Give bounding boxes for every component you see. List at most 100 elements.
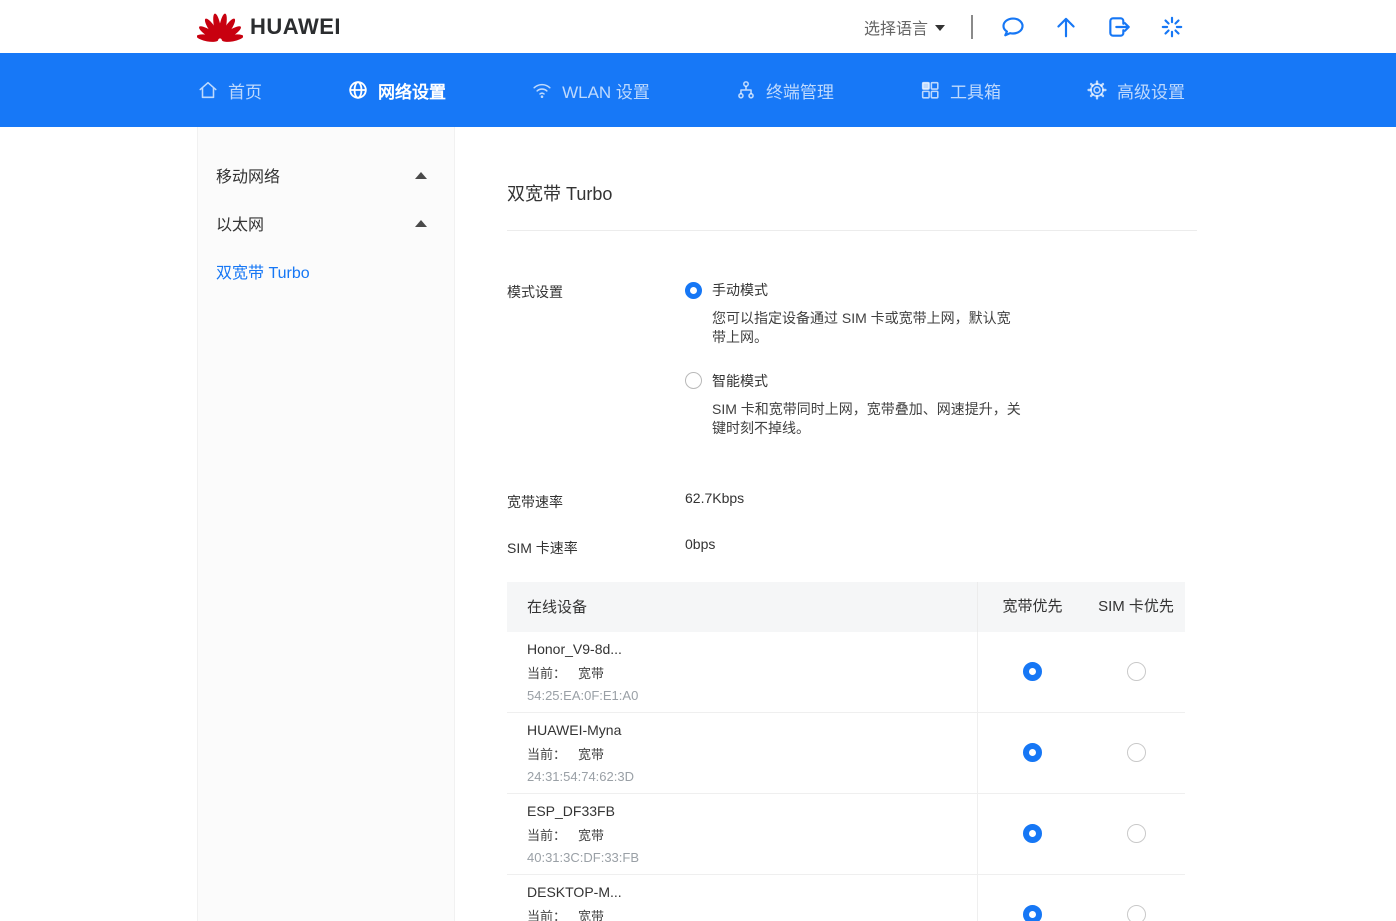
top-bar: HUAWEI 选择语言	[0, 0, 1396, 53]
collapse-arrow-icon[interactable]	[415, 220, 427, 227]
device-name: Honor_V9-8d...	[527, 641, 977, 657]
sim-priority-radio[interactable]	[1127, 743, 1146, 762]
table-row: Honor_V9-8d... 当前：宽带 54:25:EA:0F:E1:A0	[507, 632, 1185, 713]
mode-setting-row: 模式设置 手动模式 您可以指定设备通过 SIM 卡或宽带上网，默认宽带上网。	[507, 280, 1396, 462]
content-area: 移动网络 以太网 双宽带 Turbo 双宽带 Turbo 模式设置	[0, 127, 1396, 921]
home-icon	[197, 79, 219, 101]
device-info: DESKTOP-M... 当前：宽带 8C:2D:AA:46:3F:E3	[507, 884, 977, 921]
gear-icon	[1086, 79, 1108, 101]
title-divider	[507, 230, 1197, 231]
mode-option-manual: 手动模式 您可以指定设备通过 SIM 卡或宽带上网，默认宽带上网。	[685, 280, 1024, 347]
device-info: ESP_DF33FB 当前：宽带 40:31:3C:DF:33:FB	[507, 803, 977, 865]
smart-mode-description: SIM 卡和宽带同时上网，宽带叠加、网速提升，关键时刻不掉线。	[712, 400, 1024, 438]
top-right-controls: 选择语言	[864, 13, 1185, 40]
table-row: HUAWEI-Myna 当前：宽带 24:31:54:74:62:3D	[507, 713, 1185, 794]
manual-mode-description: 您可以指定设备通过 SIM 卡或宽带上网，默认宽带上网。	[712, 309, 1024, 347]
mode-setting-label: 模式设置	[507, 280, 685, 462]
broadband-priority-radio[interactable]	[1023, 905, 1042, 921]
nav-item-network-settings[interactable]: 网络设置	[347, 78, 446, 103]
left-gutter	[0, 127, 197, 921]
table-row: DESKTOP-M... 当前：宽带 8C:2D:AA:46:3F:E3	[507, 875, 1185, 921]
nav-item-toolbox[interactable]: 工具箱	[919, 78, 1001, 103]
page-title: 双宽带 Turbo	[507, 180, 1396, 206]
nav-label: 网络设置	[378, 78, 446, 103]
mode-options: 手动模式 您可以指定设备通过 SIM 卡或宽带上网，默认宽带上网。 智能模式 S…	[685, 280, 1024, 462]
device-name: ESP_DF33FB	[527, 803, 977, 819]
chat-icon[interactable]	[999, 13, 1026, 40]
main-nav-items: 首页 网络设置 WLAN 设置 终端管理	[197, 78, 1185, 103]
nav-item-device-management[interactable]: 终端管理	[735, 78, 834, 103]
topbar-divider	[971, 15, 973, 39]
sidebar: 移动网络 以太网 双宽带 Turbo	[197, 127, 455, 921]
main-nav: 首页 网络设置 WLAN 设置 终端管理	[0, 53, 1396, 127]
language-label: 选择语言	[864, 15, 928, 39]
smart-mode-radio-row[interactable]: 智能模式	[685, 371, 1024, 391]
sidebar-item-dual-broadband-turbo[interactable]: 双宽带 Turbo	[198, 247, 454, 295]
radio-label: 智能模式	[712, 371, 768, 391]
nav-item-home[interactable]: 首页	[197, 78, 262, 103]
sim-rate-value: 0bps	[685, 536, 715, 558]
device-current-link: 当前：宽带	[527, 744, 977, 763]
online-devices-table: 在线设备 宽带优先 SIM 卡优先 Honor_V9-8d... 当前：宽带 5…	[507, 582, 1185, 921]
huawei-logo: HUAWEI	[197, 9, 341, 45]
nav-item-wlan-settings[interactable]: WLAN 设置	[531, 78, 650, 103]
globe-icon	[347, 79, 369, 101]
sim-rate-row: SIM 卡速率 0bps	[507, 536, 1396, 558]
sidebar-item-ethernet[interactable]: 以太网	[198, 199, 454, 247]
logout-icon[interactable]	[1105, 13, 1132, 40]
broadband-rate-label: 宽带速率	[507, 490, 685, 512]
column-header-broadband-priority: 宽带优先	[977, 582, 1087, 632]
grid-icon	[919, 79, 941, 101]
nav-item-advanced-settings[interactable]: 高级设置	[1086, 78, 1185, 103]
device-mac-address: 40:31:3C:DF:33:FB	[527, 850, 977, 865]
wifi-icon	[531, 79, 553, 101]
manual-mode-radio-row[interactable]: 手动模式	[685, 280, 1024, 300]
device-info: HUAWEI-Myna 当前：宽带 24:31:54:74:62:3D	[507, 722, 977, 784]
language-selector[interactable]: 选择语言	[864, 15, 945, 39]
column-header-online-devices: 在线设备	[507, 596, 977, 617]
device-name: HUAWEI-Myna	[527, 722, 977, 738]
brand-name: HUAWEI	[250, 14, 341, 40]
broadband-priority-radio[interactable]	[1023, 743, 1042, 762]
chevron-down-icon	[935, 25, 945, 31]
device-info: Honor_V9-8d... 当前：宽带 54:25:EA:0F:E1:A0	[507, 641, 977, 703]
nav-label: 终端管理	[766, 78, 834, 103]
sim-priority-radio[interactable]	[1127, 824, 1146, 843]
devices-tree-icon	[735, 79, 757, 101]
broadband-priority-radio[interactable]	[1023, 662, 1042, 681]
table-row: ESP_DF33FB 当前：宽带 40:31:3C:DF:33:FB	[507, 794, 1185, 875]
device-current-link: 当前：宽带	[527, 906, 977, 921]
nav-label: WLAN 设置	[562, 78, 650, 103]
nav-label: 工具箱	[950, 78, 1001, 103]
device-name: DESKTOP-M...	[527, 884, 977, 900]
settings-form: 模式设置 手动模式 您可以指定设备通过 SIM 卡或宽带上网，默认宽带上网。	[507, 280, 1396, 558]
sidebar-item-label: 移动网络	[216, 163, 280, 187]
nav-label: 高级设置	[1117, 78, 1185, 103]
device-current-link: 当前：宽带	[527, 825, 977, 844]
device-current-link: 当前：宽带	[527, 663, 977, 682]
sim-rate-label: SIM 卡速率	[507, 536, 685, 558]
huawei-flower-icon	[197, 9, 243, 45]
broadband-rate-row: 宽带速率 62.7Kbps	[507, 490, 1396, 512]
broadband-priority-radio[interactable]	[1023, 824, 1042, 843]
radio-button[interactable]	[685, 372, 702, 389]
main-panel: 双宽带 Turbo 模式设置 手动模式 您可以指定设备通过 SIM 卡或宽带上网…	[455, 127, 1396, 921]
radio-button[interactable]	[685, 282, 702, 299]
broadband-rate-value: 62.7Kbps	[685, 490, 744, 512]
nav-label: 首页	[228, 78, 262, 103]
table-header: 在线设备 宽带优先 SIM 卡优先	[507, 582, 1185, 632]
sim-priority-radio[interactable]	[1127, 662, 1146, 681]
sidebar-item-mobile-network[interactable]: 移动网络	[198, 151, 454, 199]
device-mac-address: 24:31:54:74:62:3D	[527, 769, 977, 784]
sidebar-item-label: 双宽带 Turbo	[216, 259, 310, 283]
sim-priority-radio[interactable]	[1127, 905, 1146, 921]
mode-option-smart: 智能模式 SIM 卡和宽带同时上网，宽带叠加、网速提升，关键时刻不掉线。	[685, 371, 1024, 438]
collapse-arrow-icon[interactable]	[415, 172, 427, 179]
upload-arrow-icon[interactable]	[1052, 13, 1079, 40]
device-mac-address: 54:25:EA:0F:E1:A0	[527, 688, 977, 703]
radio-label: 手动模式	[712, 280, 768, 300]
huawei-router-admin-page: HUAWEI 选择语言	[0, 0, 1396, 921]
loading-spinner-icon[interactable]	[1158, 13, 1185, 40]
column-header-sim-priority: SIM 卡优先	[1087, 598, 1185, 615]
sidebar-item-label: 以太网	[216, 211, 264, 235]
